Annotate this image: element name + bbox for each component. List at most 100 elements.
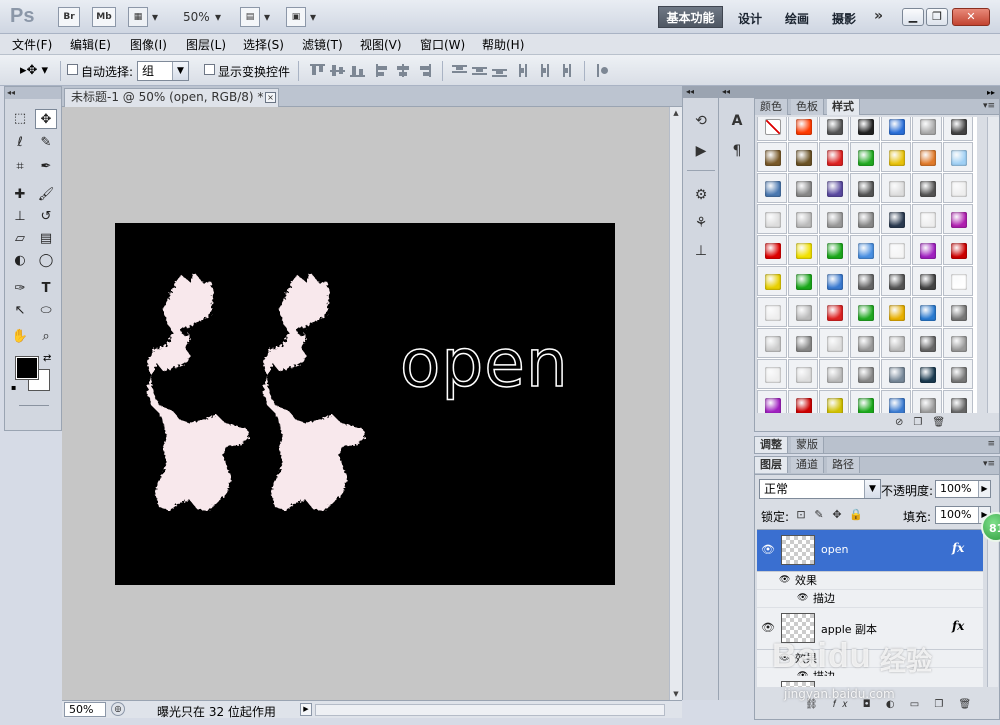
tab-adjustments[interactable]: 调整 bbox=[755, 437, 788, 453]
style-swatch[interactable] bbox=[881, 390, 911, 413]
style-swatch[interactable] bbox=[943, 235, 973, 265]
chevron-down-icon[interactable]: ▾ bbox=[215, 10, 221, 24]
swap-colors-icon[interactable]: ⇄ bbox=[43, 353, 51, 364]
default-colors-icon[interactable]: ▪ bbox=[11, 383, 16, 392]
move-tool-icon[interactable]: ✥ bbox=[35, 109, 57, 129]
style-swatch[interactable] bbox=[912, 328, 942, 358]
style-swatch[interactable] bbox=[881, 266, 911, 296]
rect-marquee-tool-icon[interactable]: ⬚ bbox=[9, 109, 31, 129]
align-left-icon[interactable] bbox=[376, 64, 391, 77]
layer-row-open[interactable]: 👁 open fx bbox=[757, 530, 983, 572]
screen-mode-button[interactable]: ▣ bbox=[286, 7, 306, 27]
panel-menu-icon[interactable]: ▾≡ bbox=[983, 101, 995, 111]
style-swatch[interactable] bbox=[943, 359, 973, 389]
style-swatch[interactable] bbox=[819, 173, 849, 203]
layer-row-apple[interactable]: 👁 apple fx bbox=[757, 676, 983, 687]
style-swatch[interactable] bbox=[912, 173, 942, 203]
menu-file[interactable]: 文件(F) bbox=[12, 36, 52, 53]
panel-menu-icon[interactable]: ≡ bbox=[987, 439, 995, 449]
foreground-color-swatch[interactable] bbox=[16, 357, 38, 379]
style-swatch[interactable] bbox=[819, 266, 849, 296]
style-swatch[interactable] bbox=[943, 266, 973, 296]
style-swatch[interactable] bbox=[850, 297, 880, 327]
move-tool-preset[interactable]: ▸✥ ▾ bbox=[20, 63, 48, 78]
status-menu-arrow-icon[interactable]: ▶ bbox=[300, 703, 312, 716]
distribute-bottom-icon[interactable] bbox=[492, 64, 507, 77]
layer-name[interactable]: open bbox=[821, 543, 848, 556]
style-swatch[interactable] bbox=[757, 328, 787, 358]
style-swatch[interactable] bbox=[881, 235, 911, 265]
lock-position-icon[interactable]: ✥ bbox=[831, 509, 843, 521]
style-swatch[interactable] bbox=[850, 173, 880, 203]
tab-channels[interactable]: 通道 bbox=[791, 457, 824, 473]
style-swatch[interactable] bbox=[788, 297, 818, 327]
chevron-right-icon[interactable]: ▶ bbox=[978, 481, 990, 497]
view-extras-button[interactable]: ▦ bbox=[128, 7, 148, 27]
effects-row[interactable]: 👁 效果 bbox=[757, 572, 983, 590]
style-swatch[interactable] bbox=[943, 204, 973, 234]
crop-tool-icon[interactable]: ⌗ bbox=[9, 157, 31, 177]
opacity-input[interactable]: 100% ▶ bbox=[935, 480, 991, 498]
canvas-vertical-scrollbar[interactable]: ▲ ▼ bbox=[669, 107, 682, 700]
eye-icon[interactable]: 👁 bbox=[759, 619, 777, 637]
collapse-icon[interactable]: ◂◂ bbox=[683, 86, 718, 98]
style-swatch[interactable] bbox=[881, 297, 911, 327]
workspace-essentials[interactable]: 基本功能 bbox=[658, 6, 723, 28]
style-swatch[interactable] bbox=[788, 390, 818, 413]
style-swatch[interactable] bbox=[757, 390, 787, 413]
eye-icon[interactable]: 👁 bbox=[759, 541, 777, 559]
style-swatch[interactable] bbox=[757, 359, 787, 389]
more-workspaces-button[interactable]: » bbox=[874, 8, 883, 24]
style-swatch[interactable] bbox=[943, 297, 973, 327]
workspace-design[interactable]: 设计 bbox=[738, 10, 762, 27]
zoom-level[interactable]: 50% bbox=[183, 10, 210, 24]
styles-scrollbar[interactable] bbox=[987, 117, 999, 413]
align-top-icon[interactable] bbox=[310, 64, 325, 77]
character-panel-icon[interactable]: A bbox=[726, 110, 748, 132]
style-swatch[interactable] bbox=[819, 359, 849, 389]
workspace-painting[interactable]: 绘画 bbox=[785, 10, 809, 27]
distribute-right-icon[interactable] bbox=[558, 64, 573, 77]
fx-icon[interactable]: fx bbox=[952, 541, 964, 555]
effects-row[interactable]: 👁 效果 bbox=[757, 650, 983, 668]
layer-name[interactable]: apple 副本 bbox=[821, 621, 877, 637]
ellipse-tool-icon[interactable]: ⬭ bbox=[35, 301, 57, 321]
style-swatch[interactable] bbox=[881, 204, 911, 234]
history-brush-tool-icon[interactable]: ↺ bbox=[35, 207, 57, 227]
document-tab[interactable]: 未标题-1 @ 50% (open, RGB/8) * × bbox=[64, 88, 279, 107]
tab-paths[interactable]: 路径 bbox=[827, 457, 860, 473]
style-swatch[interactable] bbox=[912, 266, 942, 296]
bridge-button[interactable]: Br bbox=[58, 7, 80, 27]
lock-all-icon[interactable]: 🔒 bbox=[849, 509, 863, 521]
style-swatch[interactable] bbox=[881, 328, 911, 358]
style-swatch[interactable] bbox=[788, 235, 818, 265]
layers-scrollbar[interactable] bbox=[987, 529, 998, 687]
tab-swatches[interactable]: 色板 bbox=[791, 99, 824, 115]
style-swatch[interactable] bbox=[943, 390, 973, 413]
style-swatch[interactable] bbox=[850, 117, 880, 141]
menu-image[interactable]: 图像(I) bbox=[130, 36, 167, 53]
quick-select-tool-icon[interactable]: ✎ bbox=[35, 133, 57, 153]
close-button[interactable]: ✕ bbox=[952, 8, 990, 26]
auto-align-icon[interactable] bbox=[595, 64, 610, 77]
chevron-down-icon[interactable]: ▾ bbox=[310, 10, 316, 24]
style-swatch[interactable] bbox=[881, 173, 911, 203]
style-swatch[interactable] bbox=[943, 142, 973, 172]
arrange-documents-button[interactable]: ▤ bbox=[240, 7, 260, 27]
style-swatch[interactable] bbox=[819, 235, 849, 265]
lock-image-icon[interactable]: ✎ bbox=[813, 509, 825, 521]
styles-footer-icons[interactable]: ⊘❐🗑 bbox=[895, 417, 955, 428]
scroll-up-icon[interactable]: ▲ bbox=[670, 107, 682, 119]
style-swatch[interactable] bbox=[819, 204, 849, 234]
tab-styles[interactable]: 样式 bbox=[827, 99, 860, 115]
menu-view[interactable]: 视图(V) bbox=[360, 36, 402, 53]
brush-presets-icon[interactable]: ⊥ bbox=[690, 240, 712, 262]
zoom-tool-icon[interactable]: ⌕ bbox=[35, 327, 57, 347]
path-select-tool-icon[interactable]: ↖ bbox=[9, 301, 31, 321]
menu-edit[interactable]: 编辑(E) bbox=[70, 36, 111, 53]
style-swatch[interactable] bbox=[819, 117, 849, 141]
style-swatch[interactable] bbox=[850, 328, 880, 358]
style-swatch[interactable] bbox=[850, 204, 880, 234]
style-swatch[interactable] bbox=[912, 142, 942, 172]
tab-masks[interactable]: 蒙版 bbox=[791, 437, 824, 453]
